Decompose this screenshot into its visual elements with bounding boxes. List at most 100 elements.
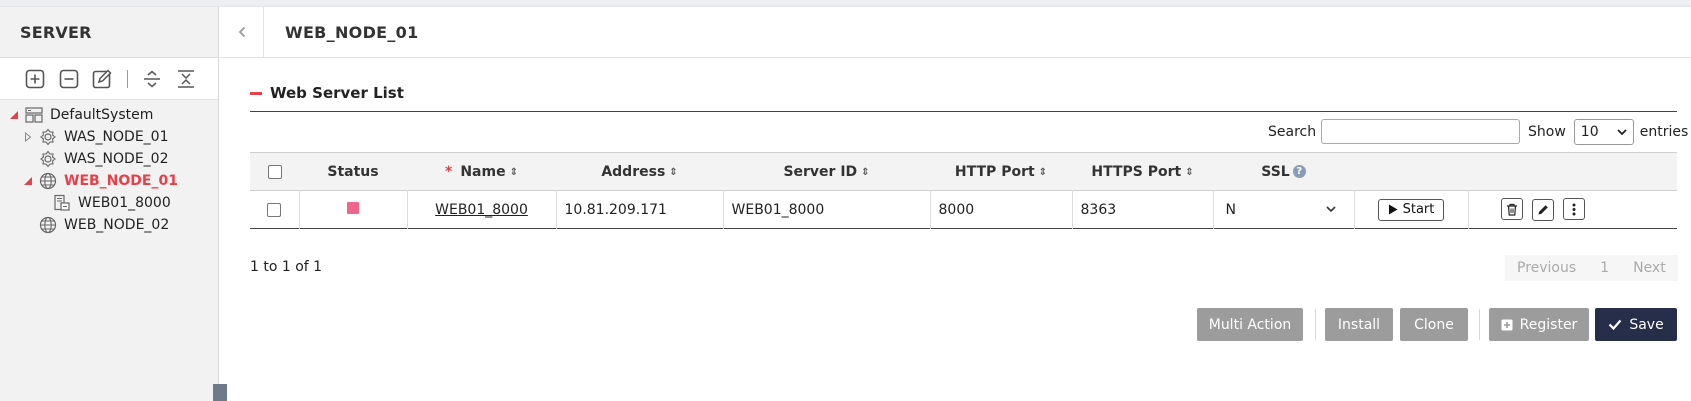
collapsed-arrow-icon[interactable] (22, 131, 34, 143)
section-title-marker (250, 91, 262, 95)
search-input[interactable] (1321, 119, 1521, 144)
server-name-link[interactable]: WEB01_8000 (435, 202, 528, 218)
tree-item-label: DefaultSystem (50, 107, 154, 123)
sidebar: SERVER DefaultSystem WAS_NODE_01 WAS_NOD… (0, 7, 219, 401)
column-header-status: Status (327, 163, 379, 180)
web-server-table: Status * Name ⇕ Address ⇕ Server ID ⇕ HTTP P… (250, 152, 1677, 229)
sort-icon: ⇕ (1185, 166, 1194, 178)
expanded-arrow-icon[interactable] (8, 109, 20, 121)
start-button[interactable]: Start (1377, 198, 1445, 221)
button-divider (1479, 309, 1480, 340)
column-header-https-port[interactable]: HTTPS Port ⇕ (1072, 153, 1213, 191)
sort-icon: ⇕ (1038, 166, 1048, 178)
search-label: Search (1268, 123, 1317, 140)
column-header-start (1354, 153, 1468, 191)
row-actions-cell (1467, 190, 1677, 229)
save-button[interactable]: Save (1595, 308, 1677, 341)
was-node-icon (38, 150, 58, 168)
page-size-control: Show 10 entries (1528, 119, 1688, 145)
page-title: WEB_NODE_01 (285, 22, 419, 42)
table-row: WEB01_8000 10.81.209.171 WEB01_8000 8000… (250, 190, 1677, 229)
edit-button[interactable] (1531, 198, 1554, 221)
remove-node-icon[interactable] (57, 67, 81, 91)
ssl-cell: N (1212, 190, 1354, 229)
show-label: Show (1528, 124, 1566, 140)
tree-item-label: WEB_NODE_01 (64, 173, 178, 189)
add-node-icon[interactable] (23, 67, 47, 91)
collapse-sidebar-button[interactable] (220, 6, 264, 58)
server-tree: DefaultSystem WAS_NODE_01 WAS_NODE_02 WE… (0, 100, 218, 234)
more-options-button[interactable] (1563, 198, 1586, 221)
delete-button[interactable] (1500, 198, 1523, 221)
section-title: Web Server List (250, 84, 404, 102)
section-title-text: Web Server List (270, 84, 404, 102)
column-header-actions (1468, 153, 1677, 191)
expand-all-icon[interactable] (140, 67, 164, 91)
tree-item-default-system[interactable]: DefaultSystem (8, 104, 153, 126)
help-icon[interactable]: ? (1292, 165, 1306, 178)
edit-node-icon[interactable] (91, 67, 115, 91)
tree-toolbar (0, 58, 218, 100)
pagination: Previous 1 Next (1505, 255, 1678, 281)
toolbar-divider (127, 69, 128, 88)
web-node-globe-icon (38, 216, 58, 234)
page-size-select[interactable]: 10 (1573, 119, 1634, 145)
chevron-down-icon (1325, 206, 1336, 213)
section-divider (250, 111, 1677, 112)
column-header-http-port[interactable]: HTTP Port ⇕ (930, 153, 1072, 191)
sidebar-title: SERVER (0, 7, 218, 58)
start-cell: Start (1353, 190, 1468, 229)
tree-item-web01-8000[interactable]: WEB01_8000 (36, 192, 171, 214)
register-button[interactable]: Register (1489, 308, 1589, 341)
table-info: 1 to 1 of 1 (250, 259, 323, 275)
tree-item-label: WAS_NODE_02 (64, 151, 169, 167)
checkmark-icon (1609, 319, 1622, 330)
name-cell: WEB01_8000 (406, 190, 556, 229)
row-checkbox[interactable] (267, 202, 282, 217)
tree-item-web-node-01[interactable]: WEB_NODE_01 (22, 170, 178, 192)
web-node-globe-icon (38, 172, 58, 190)
ssl-value: N (1225, 201, 1236, 218)
column-header-name[interactable]: * Name ⇕ (407, 153, 556, 191)
ssl-select[interactable]: N (1222, 202, 1336, 218)
web-server-icon (52, 194, 72, 212)
search-control: Search (1268, 119, 1521, 144)
address-cell: 10.81.209.171 (555, 190, 723, 229)
required-mark: * (445, 163, 453, 180)
more-vertical-icon (1572, 203, 1576, 216)
page-number-button[interactable]: 1 (1588, 260, 1621, 276)
column-header-address[interactable]: Address ⇕ (556, 153, 723, 191)
sort-icon: ⇕ (861, 166, 870, 178)
tree-item-was-node-01[interactable]: WAS_NODE_01 (22, 126, 168, 148)
main-header: WEB_NODE_01 (220, 6, 1691, 58)
install-button[interactable]: Install (1325, 308, 1393, 341)
play-icon (1388, 204, 1398, 215)
sort-icon: ⇕ (669, 166, 678, 178)
chevron-left-icon (238, 26, 245, 38)
multi-action-button[interactable]: Multi Action (1197, 308, 1303, 341)
chevron-down-icon (1617, 128, 1627, 135)
previous-page-button[interactable]: Previous (1505, 260, 1588, 276)
sidebar-resize-handle[interactable] (213, 384, 227, 401)
page-size-value: 10 (1580, 124, 1599, 140)
tree-item-label: WEB01_8000 (78, 195, 171, 211)
https-port-cell: 8363 (1071, 190, 1213, 229)
collapse-all-icon[interactable] (174, 67, 198, 91)
sort-icon: ⇕ (509, 166, 518, 178)
clone-button[interactable]: Clone (1400, 308, 1468, 341)
select-all-checkbox[interactable] (267, 164, 282, 179)
button-divider (1315, 309, 1316, 340)
column-header-ssl: SSL? (1213, 153, 1354, 191)
next-page-button[interactable]: Next (1621, 260, 1678, 276)
tree-item-label: WAS_NODE_01 (64, 129, 169, 145)
status-cell (298, 190, 407, 229)
status-indicator (347, 201, 359, 214)
tree-item-web-node-02[interactable]: WEB_NODE_02 (22, 214, 169, 236)
expanded-arrow-icon[interactable] (22, 175, 34, 187)
pencil-icon (1538, 204, 1548, 215)
trash-icon (1506, 203, 1517, 216)
plus-square-icon (1501, 319, 1513, 330)
was-node-icon (38, 128, 58, 146)
tree-item-was-node-02[interactable]: WAS_NODE_02 (22, 148, 168, 170)
column-header-server-id[interactable]: Server ID ⇕ (723, 153, 930, 191)
